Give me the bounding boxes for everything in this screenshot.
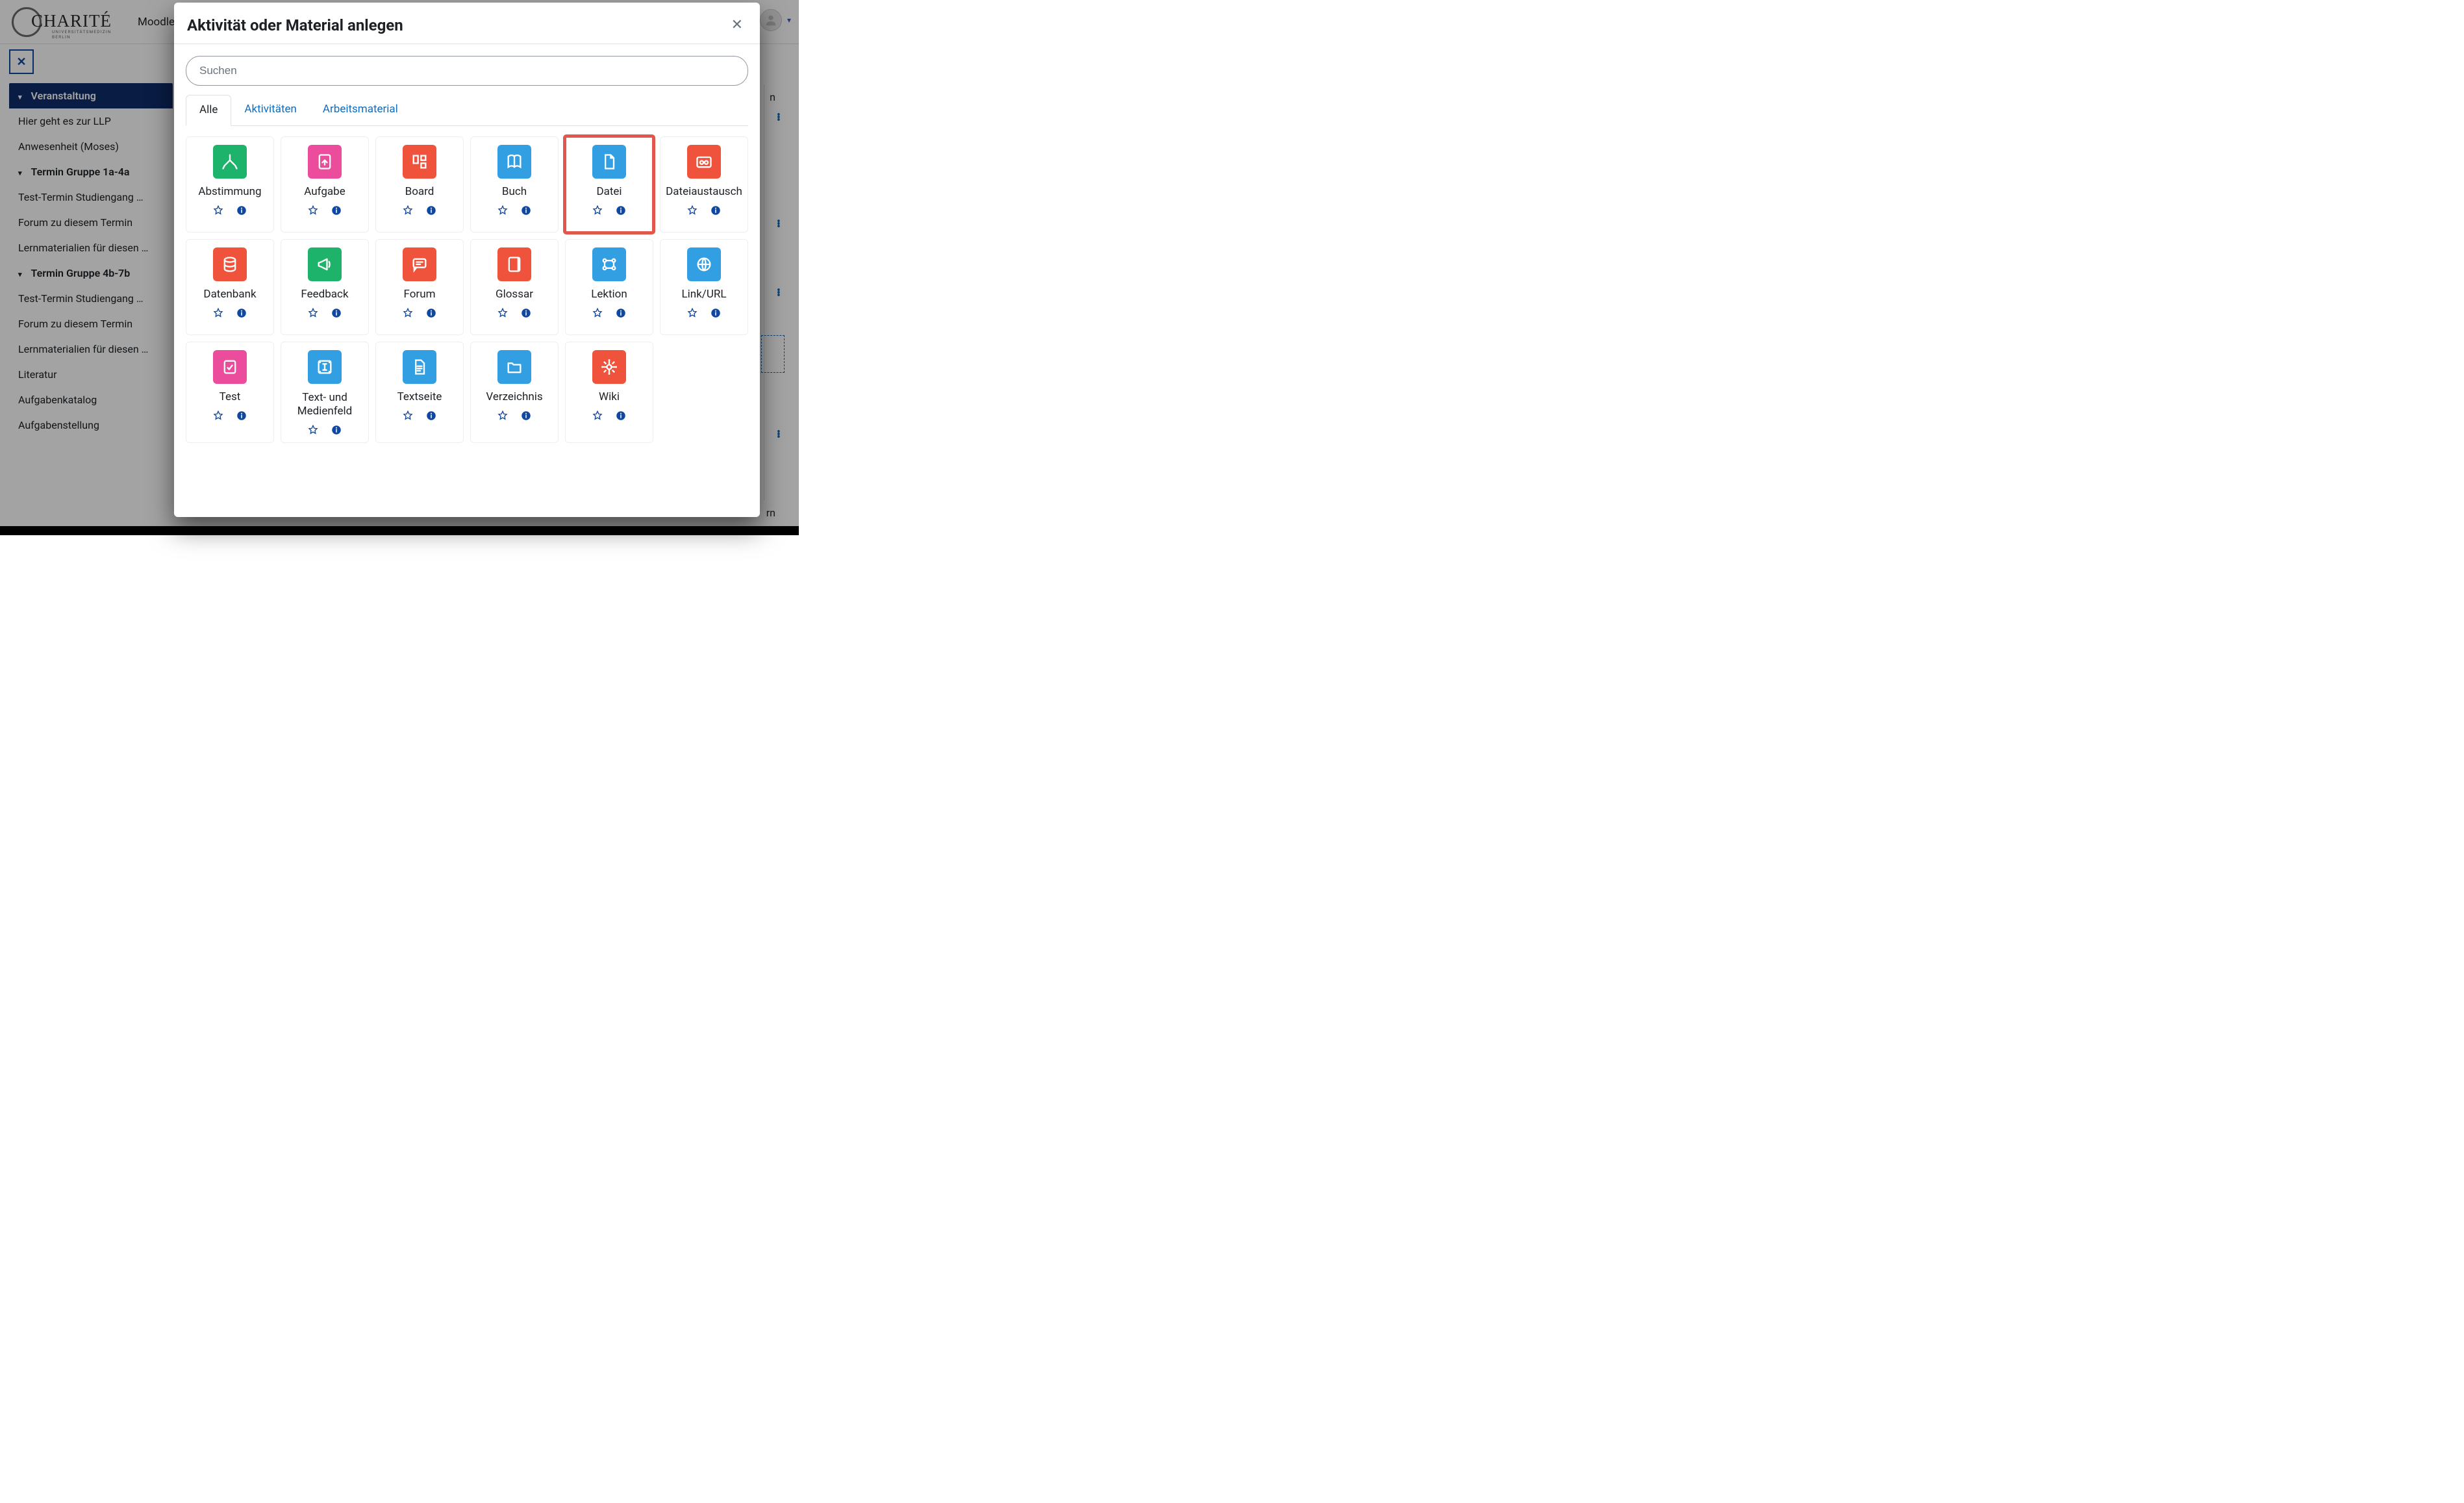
tab-resources[interactable]: Arbeitsmaterial	[310, 95, 411, 125]
info-button[interactable]	[425, 410, 437, 422]
favorite-star-button[interactable]	[402, 307, 414, 319]
activity-card-label: Wiki	[599, 390, 620, 405]
lesson-icon	[592, 247, 626, 281]
favorite-star-button[interactable]	[592, 205, 603, 216]
activity-card-label: Feedback	[301, 288, 348, 302]
page-icon	[403, 350, 436, 384]
megaphone-icon	[308, 247, 342, 281]
activity-card-test[interactable]: Test	[186, 342, 274, 443]
activity-card-dateiaustausch[interactable]: Dateiaustausch	[660, 136, 748, 233]
info-button[interactable]	[236, 410, 247, 422]
info-button[interactable]	[615, 307, 627, 319]
favorite-star-button[interactable]	[686, 307, 698, 319]
info-button[interactable]	[236, 307, 247, 319]
activity-card-board[interactable]: Board	[375, 136, 464, 233]
tab-activities[interactable]: Aktivitäten	[231, 95, 310, 125]
favorite-star-button[interactable]	[307, 424, 319, 436]
activity-card-forum[interactable]: Forum	[375, 239, 464, 335]
favorite-star-button[interactable]	[402, 205, 414, 216]
info-button[interactable]	[236, 205, 247, 216]
activity-card-textfeld[interactable]: Text- und Medienfeld	[281, 342, 369, 443]
activity-card-label: Dateiaustausch	[666, 185, 742, 199]
activity-card-label: Aufgabe	[304, 185, 345, 199]
info-button[interactable]	[520, 205, 532, 216]
activity-card-label: Glossar	[496, 288, 533, 302]
activity-card-label: Verzeichnis	[486, 390, 542, 405]
favorite-star-button[interactable]	[497, 410, 509, 422]
activity-card-label: Link/URL	[682, 288, 727, 302]
favorite-star-button[interactable]	[497, 307, 509, 319]
activity-card-link[interactable]: Link/URL	[660, 239, 748, 335]
info-button[interactable]	[331, 205, 342, 216]
glossary-icon	[497, 247, 531, 281]
activity-card-label: Board	[405, 185, 434, 199]
activity-card-verzeichnis[interactable]: Verzeichnis	[470, 342, 559, 443]
activity-card-textseite[interactable]: Textseite	[375, 342, 464, 443]
favorite-star-button[interactable]	[212, 205, 224, 216]
activity-card-label: Datenbank	[203, 288, 256, 302]
assign-icon	[308, 145, 342, 179]
activity-card-datei[interactable]: Datei	[565, 136, 653, 233]
activity-card-label: Buch	[502, 185, 527, 199]
choice-icon	[213, 145, 247, 179]
wiki-icon	[592, 350, 626, 384]
activity-chooser-modal: Aktivität oder Material anlegen ✕ Alle A…	[174, 3, 760, 517]
app-root: CHARITÉ UNIVERSITÄTSMEDIZIN BERLIN Moodl…	[0, 0, 799, 526]
favorite-star-button[interactable]	[686, 205, 698, 216]
favorite-star-button[interactable]	[592, 307, 603, 319]
tab-all[interactable]: Alle	[186, 95, 231, 126]
database-icon	[213, 247, 247, 281]
favorite-star-button[interactable]	[307, 205, 319, 216]
board-icon	[403, 145, 436, 179]
folder-icon	[497, 350, 531, 384]
book-icon	[497, 145, 531, 179]
activity-card-buch[interactable]: Buch	[470, 136, 559, 233]
activity-card-feedback[interactable]: Feedback	[281, 239, 369, 335]
activity-card-wiki[interactable]: Wiki	[565, 342, 653, 443]
activity-card-label: Abstimmung	[198, 185, 261, 199]
quiz-icon	[213, 350, 247, 384]
info-button[interactable]	[520, 410, 532, 422]
forum-icon	[403, 247, 436, 281]
info-button[interactable]	[520, 307, 532, 319]
fileshare-icon	[687, 145, 721, 179]
favorite-star-button[interactable]	[212, 307, 224, 319]
activity-card-lektion[interactable]: Lektion	[565, 239, 653, 335]
activity-card-label: Text- und Medienfeld	[285, 390, 364, 419]
info-button[interactable]	[710, 307, 722, 319]
activity-grid: Abstimmung Aufgabe Board Buch Datei Dateiaust…	[186, 136, 748, 443]
modal-title: Aktivität oder Material anlegen	[187, 16, 403, 34]
info-button[interactable]	[710, 205, 722, 216]
label-icon	[308, 350, 342, 384]
activity-card-aufgabe[interactable]: Aufgabe	[281, 136, 369, 233]
activity-card-label: Textseite	[397, 390, 442, 405]
activity-card-label: Lektion	[591, 288, 627, 302]
close-icon: ✕	[731, 17, 743, 33]
favorite-star-button[interactable]	[402, 410, 414, 422]
info-button[interactable]	[425, 205, 437, 216]
activity-chooser-tabs: Alle Aktivitäten Arbeitsmaterial	[186, 95, 748, 126]
info-button[interactable]	[331, 424, 342, 436]
activity-search-input[interactable]	[186, 56, 748, 86]
favorite-star-button[interactable]	[307, 307, 319, 319]
activity-card-glossar[interactable]: Glossar	[470, 239, 559, 335]
activity-card-label: Forum	[404, 288, 436, 302]
favorite-star-button[interactable]	[212, 410, 224, 422]
activity-card-label: Datei	[596, 185, 622, 199]
file-icon	[592, 145, 626, 179]
info-button[interactable]	[615, 410, 627, 422]
activity-card-datenbank[interactable]: Datenbank	[186, 239, 274, 335]
favorite-star-button[interactable]	[592, 410, 603, 422]
favorite-star-button[interactable]	[497, 205, 509, 216]
info-button[interactable]	[331, 307, 342, 319]
globe-icon	[687, 247, 721, 281]
modal-close-button[interactable]: ✕	[727, 14, 747, 36]
info-button[interactable]	[425, 307, 437, 319]
info-button[interactable]	[615, 205, 627, 216]
activity-card-label: Test	[220, 390, 241, 405]
activity-card-abstimmung[interactable]: Abstimmung	[186, 136, 274, 233]
